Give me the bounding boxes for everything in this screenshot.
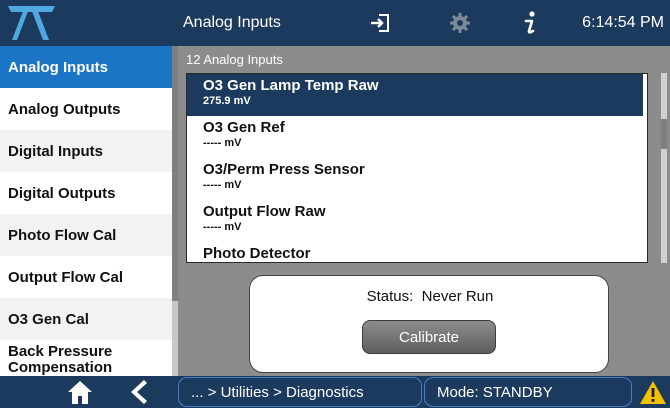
list-scrollbar-thumb[interactable] [661,119,667,149]
home-icon[interactable] [62,376,98,408]
clock: 6:14:54 PM [582,14,664,31]
list-item-value: ----- mV [203,221,242,233]
list-item[interactable]: O3/Perm Press Sensor ----- mV [187,158,643,200]
sidebar-item-photo-flow-cal[interactable]: Photo Flow Cal [0,214,172,256]
list-item-value: 275.9 mV [203,95,251,107]
logo-icon [0,0,178,46]
list-item-name: Photo Detector [203,245,311,262]
main-panel: 12 Analog Inputs O3 Gen Lamp Temp Raw 27… [178,46,670,376]
sidebar: Analog Inputs Analog Outputs Digital Inp… [0,46,178,376]
list-item-name: O3/Perm Press Sensor [203,161,365,178]
info-icon[interactable] [510,0,550,46]
status-row: Status: Never Run [250,288,610,305]
list-item[interactable]: Photo Detector [187,242,643,262]
sidebar-item-label-line2: Compensation [8,359,113,376]
sidebar-item-o3-gen-cal[interactable]: O3 Gen Cal [0,298,172,340]
analog-input-list: O3 Gen Lamp Temp Raw 275.9 mV O3 Gen Ref… [186,73,648,263]
list-item-value: ----- mV [203,137,242,149]
list-item[interactable]: O3 Gen Lamp Temp Raw 275.9 mV [187,74,643,116]
gear-icon[interactable] [440,0,480,46]
list-item-name: Output Flow Raw [203,203,326,220]
list-scrollbar[interactable] [661,73,667,263]
sidebar-item-analog-outputs[interactable]: Analog Outputs [0,88,172,130]
bottom-bar: ... > Utilities > Diagnostics Mode: STAN… [0,376,670,408]
calibration-status-box: Status: Never Run Calibrate [249,275,609,373]
sidebar-item-output-flow-cal[interactable]: Output Flow Cal [0,256,172,298]
warning-icon[interactable] [636,376,670,408]
sidebar-item-label: Back Pressure Compensation [8,344,112,376]
sidebar-item-digital-outputs[interactable]: Digital Outputs [0,172,172,214]
input-count-label: 12 Analog Inputs [186,52,283,67]
sidebar-item-back-pressure-compensation[interactable]: Back Pressure Compensation [0,340,172,376]
mode-status: Mode: STANDBY [424,377,632,407]
status-value: Never Run [421,288,494,305]
list-item-name: O3 Gen Ref [203,119,285,136]
list-item-value: ----- mV [203,179,242,191]
status-label: Status: [366,288,414,305]
exit-icon[interactable] [360,0,400,46]
sidebar-item-analog-inputs[interactable]: Analog Inputs [0,46,172,88]
sidebar-item-digital-inputs[interactable]: Digital Inputs [0,130,172,172]
calibrate-button[interactable]: Calibrate [362,320,496,354]
top-bar: Analog Inputs 6:14:54 PM [0,0,670,46]
list-item[interactable]: Output Flow Raw ----- mV [187,200,643,242]
page-title: Analog Inputs [183,14,281,31]
list-item[interactable]: O3 Gen Ref ----- mV [187,116,643,158]
breadcrumb[interactable]: ... > Utilities > Diagnostics [178,377,422,407]
back-icon[interactable] [120,376,156,408]
list-item-name: O3 Gen Lamp Temp Raw [203,77,379,94]
sidebar-item-label-line1: Back Pressure [8,343,113,360]
